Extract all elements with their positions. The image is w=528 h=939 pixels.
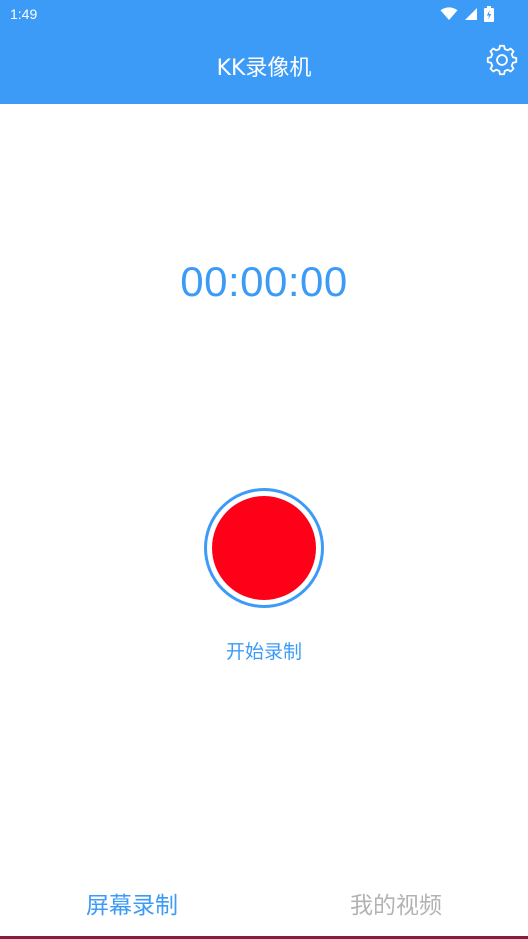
app-bar: 1:49 KK录像机 [0, 0, 528, 104]
bottom-tab-bar: 屏幕录制 我的视频 [0, 870, 528, 936]
status-time: 1:49 [10, 6, 38, 22]
record-label: 开始录制 [225, 641, 302, 663]
start-record-button[interactable] [204, 488, 324, 608]
status-bar: 1:49 [0, 0, 528, 32]
app-screen: 1:49 KK录像机 00:00:00 开始录制 屏幕录制 我的视频 [0, 0, 528, 939]
settings-button[interactable] [482, 42, 522, 82]
record-dot [212, 496, 316, 600]
recording-timer: 00:00:00 [180, 258, 348, 305]
tab-screen-record[interactable]: 屏幕录制 [0, 870, 264, 936]
battery-charging-icon [484, 6, 494, 22]
wifi-icon [440, 7, 458, 21]
gear-icon [484, 42, 520, 82]
app-title: KK录像机 [216, 56, 312, 81]
status-icons [440, 6, 494, 22]
signal-icon [464, 7, 478, 21]
tab-my-videos[interactable]: 我的视频 [264, 870, 528, 936]
